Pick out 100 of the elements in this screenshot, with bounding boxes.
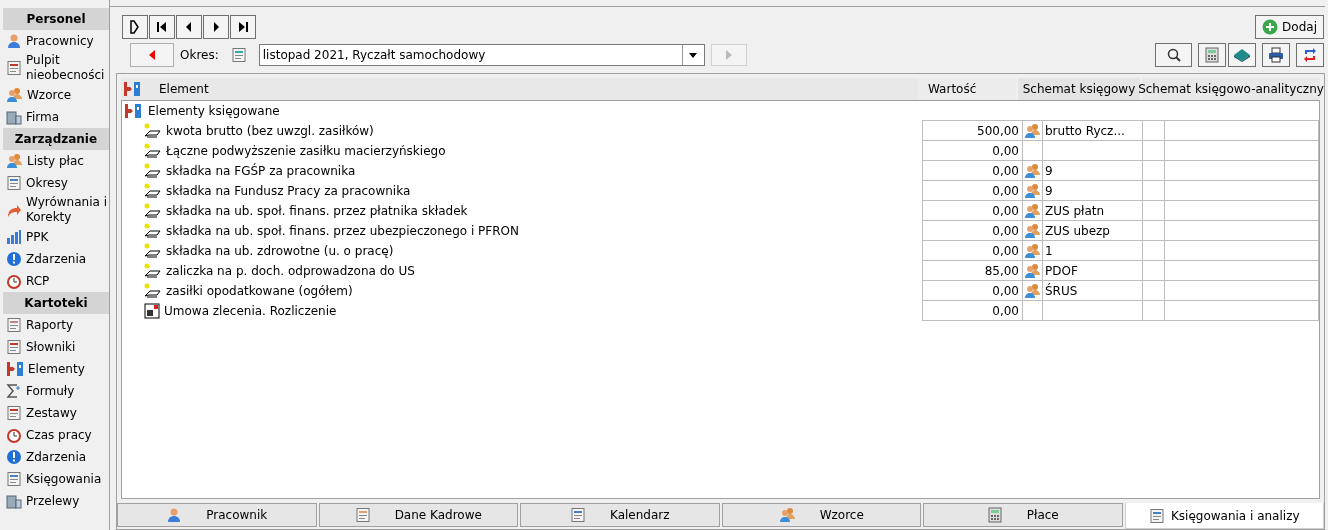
value-cell: 0,00 [922,240,1022,261]
sidebar-item[interactable]: Formuły [3,380,109,402]
info-icon [6,251,22,267]
tree-item[interactable]: składka na ub. społ. finans. przez ubezpieczonego i PFRON [122,221,922,241]
navigation-button[interactable] [149,15,175,39]
value-cell: 85,00 [922,260,1022,281]
value-cell: 0,00 [922,220,1022,241]
sidebar-item[interactable]: Zdarzenia [3,446,109,468]
bar-chart-icon [6,229,22,245]
refresh-button[interactable] [1296,43,1324,67]
caret-icon [689,52,698,58]
scheme-cell: brutto Rycz... [1042,120,1142,141]
empty-cell [1142,120,1164,141]
swap-arrows-icon [1302,47,1318,63]
calculator-icon [1204,47,1220,63]
navigation-button[interactable] [122,15,148,39]
document-icon [144,303,160,319]
empty-cell [1142,300,1164,321]
sidebar-item[interactable]: Raporty [3,314,109,336]
hand-money-icon [144,283,162,299]
hand-money-icon [144,263,162,279]
back-button[interactable] [130,43,174,67]
people-icon [6,87,23,103]
tree-item[interactable]: składka na FGŚP za pracownika [122,161,922,181]
tree-item[interactable]: Łączne podwyższenie zasiłku macierzyńskiego [122,141,922,161]
hand-money-icon [144,243,162,259]
sidebar-item[interactable]: Czas pracy [3,424,109,446]
bottom-tab[interactable]: Dane Kadrowe [318,503,518,527]
navigation-button[interactable] [203,15,229,39]
bottom-tab[interactable]: Płace [923,503,1123,527]
tree-group-label[interactable]: Elementy księgowane [148,102,280,120]
sigma-icon [6,383,22,399]
preview-button[interactable] [1155,43,1192,67]
value-cell: 0,00 [922,280,1022,301]
hand-money-icon [144,203,162,219]
navigation-button[interactable] [230,15,256,39]
tree-item[interactable]: zasiłki opodatkowane (ogółem) [122,281,922,301]
sidebar-item[interactable]: Pracownicy [3,30,109,52]
exclamation-icon [6,449,22,465]
sidebar-item[interactable]: Słowniki [3,336,109,358]
calculator-button[interactable] [1198,43,1226,67]
magnifier-icon [1165,47,1182,63]
bottom-tab[interactable]: Wzorce [721,503,921,527]
bottom-tab[interactable]: Kalendarz [520,503,720,527]
sidebar-item[interactable]: Zestawy [3,402,109,424]
column-header[interactable]: Schemat księgowy [1018,78,1140,100]
sidebar-item[interactable]: Księgowania [3,468,109,490]
tree-item[interactable]: składka na ub. społ. finans. przez płatnika składek [122,201,922,221]
person-icon [166,507,183,523]
period-dropdown[interactable]: listopad 2021, Ryczałt samochodowy [258,44,705,66]
printer-icon [1268,47,1284,63]
people-icon [778,507,796,523]
print-button[interactable] [1262,43,1290,67]
element-icon [6,361,24,377]
section-heading: Kartoteki [3,292,109,314]
value-cell: 500,00 [922,120,1022,141]
alarm-clock-icon [6,427,22,443]
hand-money-icon [144,163,162,179]
tree-item[interactable]: składka na ub. zdrowotne (u. o pracę) [122,241,922,261]
sidebar-item[interactable]: Wzorce [3,84,109,106]
hand-money-icon [144,183,162,199]
bottom-tab[interactable]: Pracownik [117,503,317,527]
right-arrow-icon [725,50,732,60]
value-cell: 0,00 [922,180,1022,201]
value-cell: 0,00 [922,160,1022,181]
section-heading: Zarządzanie [3,128,109,150]
tree-item[interactable]: Umowa zlecenia. Rozliczenie [122,301,922,321]
book-button[interactable] [1228,43,1256,67]
clock-icon [6,273,22,289]
sidebar-item[interactable]: Wyrównania i Korekty [3,194,109,226]
tree-item[interactable]: zaliczka na p. doch. odprowadzona do US [122,261,922,281]
sidebar-item[interactable]: Listy płac [3,150,109,172]
value-cell: 0,00 [922,300,1022,321]
tree-item[interactable]: kwota brutto (bez uwzgl. zasiłków) [122,121,922,141]
sidebar-item[interactable]: Zdarzenia [3,248,109,270]
column-header[interactable]: Wartość [918,78,1016,100]
sidebar-item[interactable]: PPK [3,226,109,248]
plus-icon [1262,19,1279,35]
add-button[interactable]: Dodaj [1255,15,1324,39]
person-icon [6,33,22,49]
column-header[interactable]: Element [121,78,918,100]
bottom-tab[interactable]: Księgowania i analizy [1124,503,1324,529]
navigation-button[interactable] [176,15,202,39]
element-icon [124,103,142,119]
hand-money-icon [144,223,162,239]
building-icon [6,109,22,125]
sidebar-item[interactable]: Pulpit nieobecności [3,52,109,84]
sidebar-item[interactable]: Okresy [3,172,109,194]
document-icon [6,317,22,333]
sidebar-item[interactable]: Firma [3,106,109,128]
sidebar-item[interactable]: Elementy [3,358,109,380]
hand-money-icon [144,143,162,159]
tree-item[interactable]: składka na Fundusz Pracy za pracownika [122,181,922,201]
calculator-icon [986,507,1003,523]
sidebar-item[interactable]: Przelewy [3,490,109,512]
left-arrow-icon [148,49,156,61]
element-icon [123,81,141,97]
sidebar-item[interactable]: RCP [3,270,109,292]
people-icon [6,153,23,169]
section-heading: Personel [3,8,109,30]
